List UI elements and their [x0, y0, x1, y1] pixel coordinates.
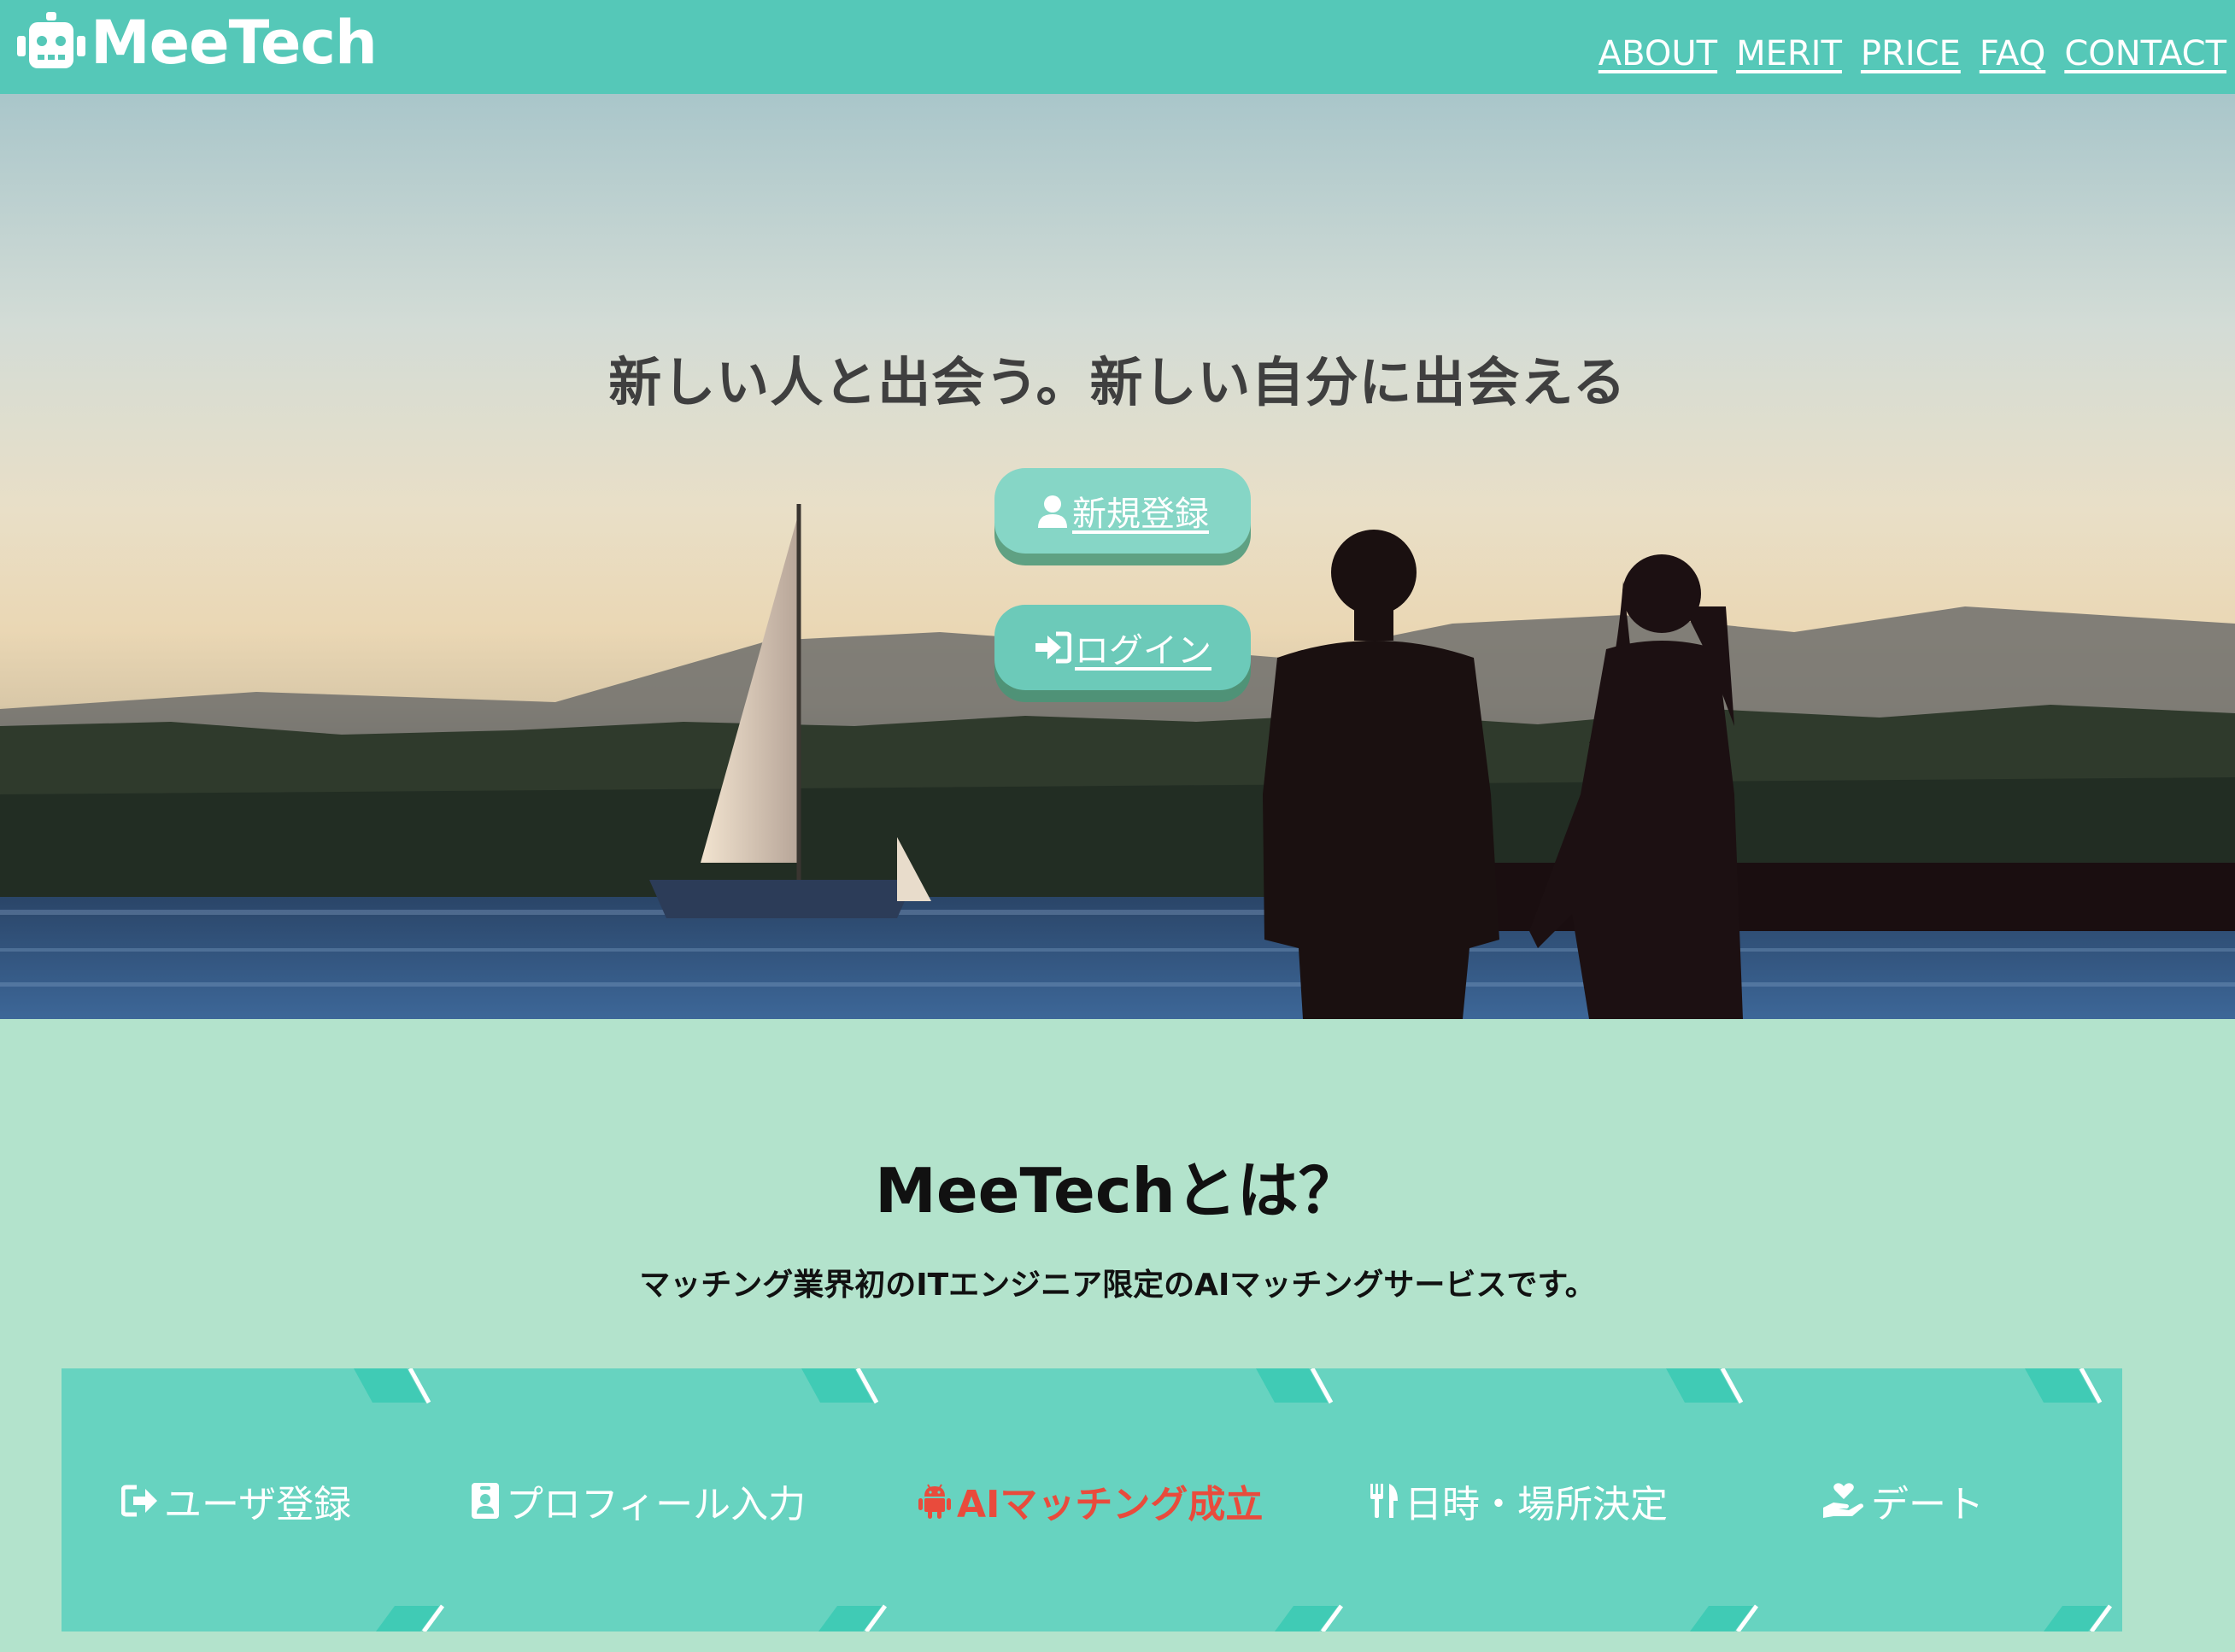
about-title: MeeTechとは？ — [875, 1155, 1360, 1227]
step-schedule-place: 日時・場所決定 — [1369, 1471, 1668, 1531]
register-label: 新規登録 — [1072, 495, 1209, 534]
nav-faq[interactable]: FAQ — [1980, 34, 2045, 73]
logo[interactable]: MeeTech — [15, 7, 378, 79]
nav-price[interactable]: PRICE — [1861, 34, 1961, 73]
register-button[interactable]: 新規登録 — [994, 468, 1251, 554]
nav-about[interactable]: ABOUT — [1599, 34, 1717, 73]
hero-tagline: 新しい人と出会う。新しい自分に出会える — [608, 351, 1627, 413]
login-button[interactable]: ログイン — [994, 605, 1251, 690]
login-label: ログイン — [1075, 631, 1211, 671]
step-ai-matching: AIマッチング成立 — [918, 1471, 1263, 1531]
utensils-icon — [1370, 1484, 1398, 1518]
user-icon — [1038, 495, 1067, 528]
nav-contact[interactable]: CONTACT — [2064, 34, 2226, 73]
step-label: プロフィール入力 — [506, 1483, 807, 1526]
hero-section: 新しい人と出会う。新しい自分に出会える 新規登録 ログイン — [0, 94, 2235, 1019]
id-badge-icon — [472, 1483, 499, 1519]
step-label: AIマッチング成立 — [957, 1483, 1264, 1526]
step-user-registration: ユーザ登録 — [121, 1471, 351, 1531]
sign-out-icon — [121, 1485, 157, 1517]
step-label: ユーザ登録 — [164, 1483, 352, 1526]
hand-holding-heart-icon — [1823, 1483, 1863, 1518]
step-label: 日時・場所決定 — [1405, 1483, 1668, 1526]
main-nav: ABOUT MERIT PRICE FAQ CONTACT — [1599, 34, 2226, 73]
nav-merit[interactable]: MERIT — [1736, 34, 1842, 73]
step-date: デート — [1821, 1471, 1984, 1531]
about-description: マッチング業界初のITエンジニア限定のAIマッチングサービスです。 — [639, 1268, 1596, 1303]
step-label: デート — [1871, 1483, 1984, 1526]
hero-background-image — [0, 504, 2235, 1019]
sign-in-icon — [1035, 631, 1071, 664]
steps-flow: ユーザ登録 プロフィール入力 AIマッチング成立 日時・場所決定 デート — [62, 1368, 2122, 1631]
site-header: MeeTech ABOUT MERIT PRICE FAQ CONTACT — [0, 0, 2235, 94]
step-profile-input: プロフィール入力 — [470, 1471, 806, 1531]
logo-text: MeeTech — [91, 8, 378, 78]
android-icon — [918, 1484, 951, 1519]
robot-icon — [17, 12, 85, 68]
